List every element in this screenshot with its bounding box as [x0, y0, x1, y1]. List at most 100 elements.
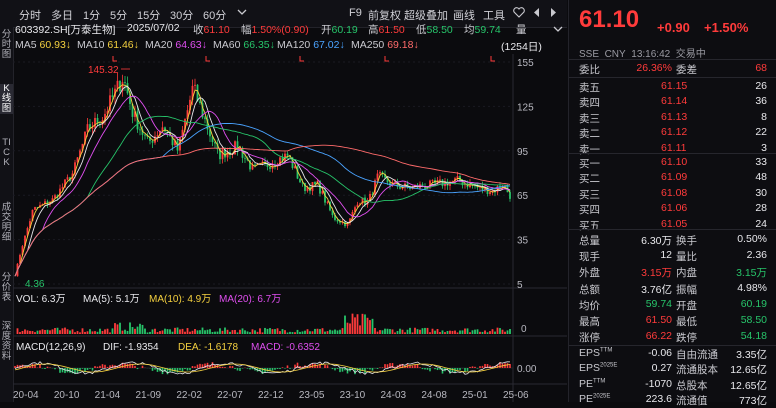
- super-overlay-button[interactable]: 超级叠加: [404, 7, 448, 23]
- volume-bar: [202, 328, 204, 334]
- fin-label: PE2025E: [579, 393, 610, 405]
- macd-bar: [247, 368, 249, 369]
- volume-bar: [129, 322, 131, 334]
- volume-bar: [222, 331, 224, 334]
- ma120-line: [15, 123, 510, 276]
- caret-left-icon[interactable]: [532, 7, 541, 21]
- vtab-tick[interactable]: TICK: [0, 138, 13, 168]
- period-timeshare[interactable]: 分时: [19, 7, 41, 23]
- fin-label: EPS2025E: [579, 362, 617, 374]
- period-60min[interactable]: 60分: [203, 7, 226, 23]
- volume-bar: [414, 328, 416, 334]
- vtab-deal-detail[interactable]: 成交明细: [0, 203, 13, 243]
- macd-bar: [477, 368, 479, 369]
- volume-bar: [157, 332, 159, 334]
- kline-candle: [87, 124, 89, 132]
- macd-bar: [77, 368, 79, 373]
- metric-superscript: 2025E: [600, 363, 617, 369]
- bid-label: 买二: [579, 171, 600, 186]
- macd-bar: [129, 364, 131, 368]
- vol-y-tick: 0: [521, 324, 527, 335]
- high-price-mark: 145.32: [88, 65, 119, 76]
- macd-bar: [339, 368, 341, 372]
- f9-button[interactable]: F9: [349, 7, 362, 19]
- volume-bar: [322, 328, 324, 334]
- macd-bar: [232, 366, 234, 368]
- fin-label: EPSTTM: [579, 347, 612, 359]
- stat-label: 跌停: [676, 330, 697, 345]
- macd-bar: [87, 368, 89, 370]
- volume-bar: [282, 329, 284, 334]
- macd-bar: [282, 367, 284, 368]
- volume-bar: [74, 332, 76, 334]
- chevron-down-icon[interactable]: [237, 7, 247, 20]
- macd-bar: [414, 365, 416, 368]
- ma-legend-item: MA10 61.46↓: [77, 39, 139, 51]
- macd-bar: [69, 368, 71, 373]
- volume-bar: [67, 329, 69, 334]
- kline-candle: [399, 187, 401, 189]
- y-tick-label: 95: [517, 147, 529, 158]
- vtab-depth-info[interactable]: 深度资料: [0, 322, 13, 362]
- vtab-price-table[interactable]: 分价表: [0, 273, 13, 303]
- vtab-kline[interactable]: K线图: [0, 84, 13, 114]
- volume-bar: [77, 331, 79, 334]
- y-tick-label: 5: [517, 280, 523, 291]
- draw-line-button[interactable]: 画线: [453, 7, 475, 23]
- period-15min[interactable]: 15分: [137, 7, 160, 23]
- volume-bar: [152, 329, 154, 334]
- tools-button[interactable]: 工具: [483, 7, 505, 23]
- stat-value: 59.74: [646, 298, 672, 310]
- bid-volume: 48: [755, 171, 767, 183]
- macd-bar: [472, 366, 474, 368]
- macd-bar: [99, 366, 101, 368]
- ma-value: 69.18↓: [387, 39, 419, 51]
- stat-row: 涨停66.22跌停54.18: [569, 330, 776, 345]
- volume-bar: [372, 319, 374, 334]
- adjust-forward-button[interactable]: 前复权: [368, 7, 401, 23]
- period-30min[interactable]: 30分: [170, 7, 193, 23]
- vol-ma20: MA(20): 6.7万: [219, 294, 281, 305]
- kline-candle: [254, 165, 256, 166]
- bid-label: 买五: [579, 218, 600, 233]
- bid-volume: 30: [755, 187, 767, 199]
- stat-row: 总量6.30万换手0.50%: [569, 233, 776, 248]
- volume-bar: [179, 329, 181, 334]
- volume-bar: [59, 330, 61, 334]
- macd-bar: [97, 367, 99, 368]
- volume-bar: [204, 330, 206, 334]
- macd-bar: [479, 366, 481, 368]
- macd-bar: [434, 368, 436, 369]
- macd-bar: [369, 368, 371, 369]
- macd-bar: [284, 368, 286, 369]
- x-tick-label: 23-10: [340, 390, 366, 401]
- volume-bar: [394, 332, 396, 334]
- x-tick-label: 25-06: [503, 390, 529, 401]
- period-5min[interactable]: 5分: [110, 7, 127, 23]
- stat-value: 3.15万: [641, 265, 672, 280]
- volume-bar: [334, 330, 336, 334]
- event-flag-icon: [300, 56, 304, 61]
- heart-icon[interactable]: [513, 7, 525, 21]
- caret-right-icon[interactable]: [549, 7, 558, 21]
- chevron-down-icon[interactable]: [553, 24, 563, 37]
- weicha-value: 68: [755, 62, 767, 74]
- stat-label: 涨停: [579, 330, 600, 345]
- volume-bar: [382, 330, 384, 334]
- volume-bar: [154, 329, 156, 334]
- macd-bar: [327, 365, 329, 368]
- volume-bar: [269, 328, 271, 334]
- vtab-timeshare[interactable]: 分时图: [0, 30, 13, 60]
- x-tick-label: 21-09: [136, 390, 162, 401]
- period-1min[interactable]: 1分: [83, 7, 100, 23]
- volume-bar: [34, 332, 36, 334]
- kline-chart-area[interactable]: 1551259565355145.324.36VOL: 6.3万MA(5): 5…: [13, 54, 567, 402]
- kline-candle: [144, 135, 146, 136]
- x-tick-label: 22-12: [258, 390, 284, 401]
- macd-bar: [237, 368, 239, 371]
- stat-row: 总额3.76亿振幅4.98%: [569, 282, 776, 297]
- volume-bar: [397, 331, 399, 334]
- period-multiday[interactable]: 多日: [51, 7, 73, 23]
- stat-label: 总额: [579, 282, 600, 297]
- kline-candle: [442, 180, 444, 187]
